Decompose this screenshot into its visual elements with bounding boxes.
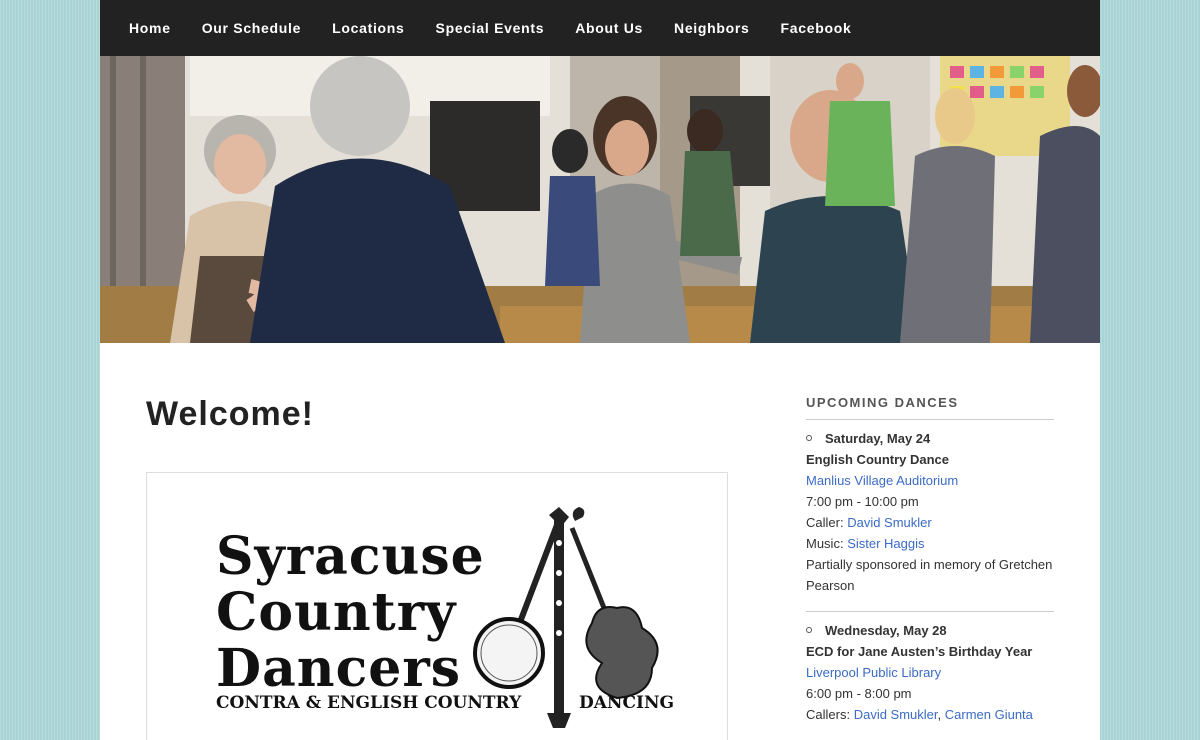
bullet-icon xyxy=(806,435,812,441)
instruments-illustration xyxy=(473,507,659,728)
caller-link[interactable]: Carmen Giunta xyxy=(945,707,1033,722)
event-music: Music: Sister Haggis xyxy=(806,536,925,551)
dancers-photo xyxy=(100,56,1100,343)
page-title: Welcome! xyxy=(146,395,314,433)
event-note: Partially sponsored in memory of Gretche… xyxy=(806,557,1053,593)
caller-link[interactable]: David Smukler xyxy=(847,515,932,530)
event-item: Saturday, May 24 English Country Dance M… xyxy=(806,428,1054,596)
event-name: English Country Dance xyxy=(806,452,950,467)
event-name: ECD for Jane Austen’s Birthday Year xyxy=(806,644,1033,659)
event-item: Wednesday, May 28 ECD for Jane Austen’s … xyxy=(806,620,1054,725)
bullet-icon xyxy=(806,627,812,633)
nav-locations[interactable]: Locations xyxy=(332,20,404,36)
caller-link[interactable]: David Smukler xyxy=(854,707,938,722)
top-nav: Home Our Schedule Locations Special Even… xyxy=(100,0,1100,56)
header-photo xyxy=(100,56,1100,343)
page: Home Our Schedule Locations Special Even… xyxy=(100,0,1100,740)
nav-about-us[interactable]: About Us xyxy=(575,20,643,36)
site-logo: Syracuse Country Dancers CONTRA & ENGLIS… xyxy=(146,472,728,740)
event-location-link[interactable]: Manlius Village Auditorium xyxy=(806,473,958,488)
music-link[interactable]: Sister Haggis xyxy=(847,536,924,551)
event-date: Wednesday, May 28 xyxy=(806,620,1054,641)
event-caller: Callers: David Smukler, Carmen Giunta xyxy=(806,707,1033,722)
event-time: 6:00 pm - 8:00 pm xyxy=(806,686,912,701)
event-time: 7:00 pm - 10:00 pm xyxy=(806,494,919,509)
sidebar: UPCOMING DANCES Saturday, May 24 English… xyxy=(806,395,1054,725)
nav-home[interactable]: Home xyxy=(129,20,171,36)
event-location-link[interactable]: Liverpool Public Library xyxy=(806,665,941,680)
event-caller: Caller: David Smukler xyxy=(806,515,932,530)
nav-neighbors[interactable]: Neighbors xyxy=(674,20,750,36)
nav-our-schedule[interactable]: Our Schedule xyxy=(202,20,301,36)
event-date: Saturday, May 24 xyxy=(806,428,1054,449)
event-divider xyxy=(806,611,1054,612)
upcoming-dances-title: UPCOMING DANCES xyxy=(806,395,1054,420)
nav-facebook[interactable]: Facebook xyxy=(781,20,852,36)
nav-special-events[interactable]: Special Events xyxy=(436,20,545,36)
